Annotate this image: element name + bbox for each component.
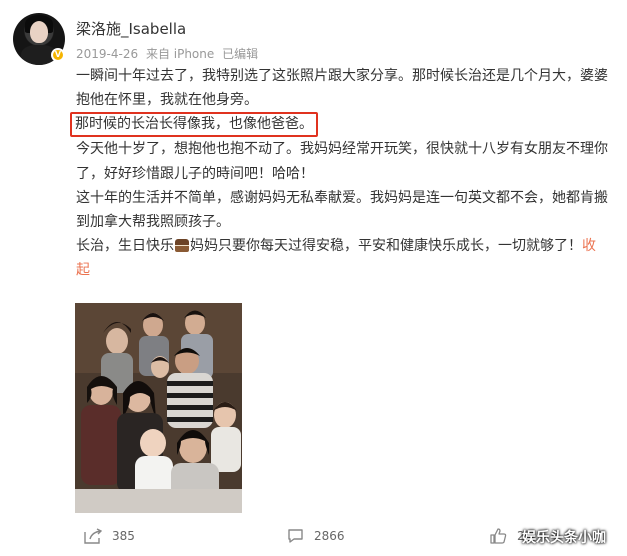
post-line: 了，好好珍惜跟儿子的時间吧！哈哈！	[76, 165, 314, 182]
cake-emoji-icon	[175, 239, 189, 253]
post-line: 一瞬间十年过去了，我特别选了这张照片跟大家分享。那时候长治还是几个月大，婆婆	[76, 68, 608, 84]
post-line: 到加拿大帮我照顾孩子。	[76, 214, 230, 231]
username[interactable]: 梁洛施_Isabella	[76, 18, 186, 39]
repost-count: 385	[112, 529, 135, 543]
post-line: 抱他在怀里，我就在他身旁。	[76, 92, 258, 109]
post-line: 这十年的生活并不简单，感谢妈妈无私奉献爱。我妈妈是连一句英文都不会，她都肯搬	[76, 189, 608, 206]
wish-text: 妈妈只要你每天过得安稳，平安和健康快乐成长，一切就够了！	[190, 238, 582, 255]
watermark: 娱乐头条小咖	[522, 530, 606, 546]
family-photo-image	[75, 303, 242, 513]
collapse-link-cont[interactable]: 起	[76, 262, 90, 278]
post-line: 今天他十岁了，想抱他也抱不动了。我妈妈经常开玩笑，很快就十八岁有女朋友不理你	[76, 141, 608, 158]
avatar-face	[30, 21, 48, 43]
verified-badge-icon: V	[51, 48, 65, 62]
post-meta: 2019-4-26 来自 iPhone 已编辑	[76, 45, 262, 62]
post-text: 一瞬间十年过去了，我特别选了这张照片跟大家分享。那时候长治还是几个月大，婆婆 抱…	[70, 64, 616, 283]
post-line-last: 长治，生日快乐 妈妈只要你每天过得安稳，平安和健康快乐成长，一切就够了！收	[76, 234, 616, 258]
comment-count: 2866	[314, 529, 345, 543]
comment-icon	[288, 529, 303, 543]
comment-button[interactable]: 2866	[287, 528, 345, 544]
highlighted-line: 那时候的长治长得像我，也像他爸爸。	[70, 112, 318, 138]
post-date[interactable]: 2019-4-26	[76, 47, 138, 61]
birthday-text: 长治，生日快乐	[76, 238, 174, 255]
share-icon	[84, 528, 102, 544]
post-edited[interactable]: 已编辑	[222, 47, 258, 61]
family-photo[interactable]	[75, 303, 242, 513]
thumbs-up-icon	[490, 528, 507, 544]
post-source: 来自 iPhone	[145, 47, 215, 61]
repost-button[interactable]: 385	[84, 528, 135, 544]
collapse-link[interactable]: 收	[582, 238, 596, 254]
